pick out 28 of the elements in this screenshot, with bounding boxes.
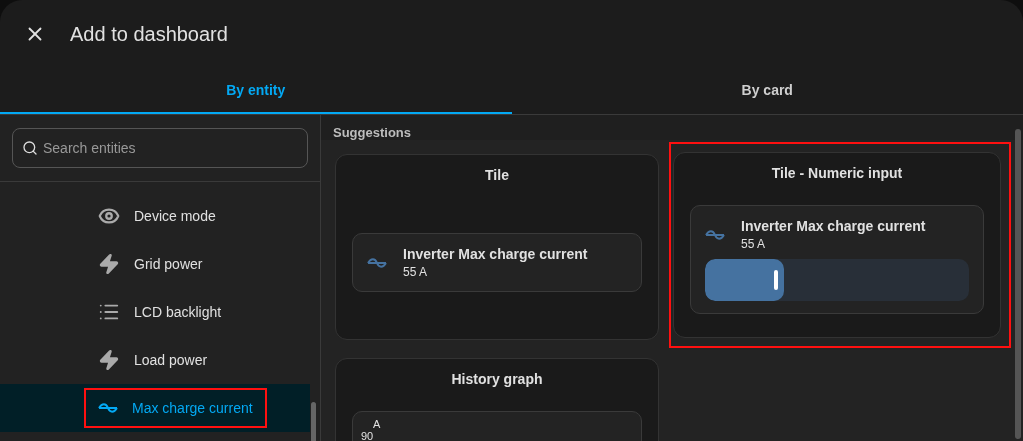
entity-name: Inverter Max charge current xyxy=(403,246,588,262)
entity-item[interactable]: Load power xyxy=(84,340,222,380)
sine-wave-icon xyxy=(705,229,725,240)
entity-state: 55 A xyxy=(403,265,429,279)
card-title: History graph xyxy=(451,371,543,387)
suggestion-card[interactable]: History graph A 90 xyxy=(335,358,659,441)
axis-tick: 90 xyxy=(361,430,375,441)
entity-item[interactable]: Grid power xyxy=(84,244,217,284)
entity-item[interactable]: Device mode xyxy=(84,196,230,236)
entity-item[interactable]: Max charge current xyxy=(84,388,267,428)
entity-name: Inverter Max charge current xyxy=(741,218,926,234)
section-heading: Suggestions xyxy=(321,115,1023,140)
entity-state: 55 A xyxy=(741,237,767,251)
axis-unit: A xyxy=(373,418,382,430)
suggestion-card[interactable]: Tile - Numeric input Inverter Max charge current 55 A xyxy=(673,152,1001,338)
card-title: Tile - Numeric input xyxy=(771,165,903,181)
dialog-title: Add to dashboard xyxy=(70,22,228,46)
slider[interactable] xyxy=(705,259,969,301)
lightning-bolt-icon xyxy=(98,349,120,371)
sine-wave-icon xyxy=(367,257,387,268)
sine-wave-icon xyxy=(98,403,118,413)
search-field[interactable]: Search entities xyxy=(12,128,308,168)
tab[interactable]: By card xyxy=(511,68,1023,114)
card-title: Tile xyxy=(485,167,509,183)
lightning-bolt-icon xyxy=(98,253,120,275)
entity-item[interactable]: LCD backlight xyxy=(84,292,236,332)
suggestion-card[interactable]: Tile Inverter Max charge current 55 A xyxy=(335,154,659,340)
search-icon xyxy=(22,140,38,156)
